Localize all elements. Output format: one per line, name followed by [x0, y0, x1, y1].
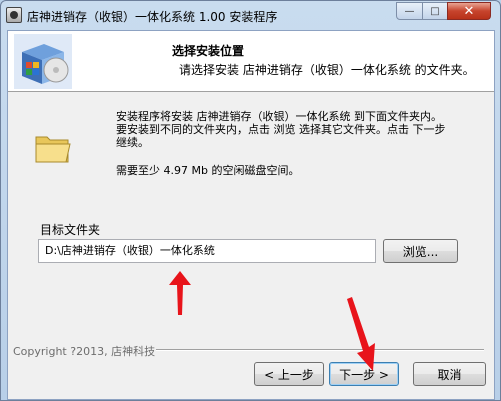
- maximize-button[interactable]: □: [422, 2, 448, 20]
- folder-icon: [35, 136, 71, 163]
- description-line: 继续。: [116, 136, 149, 149]
- copyright-text: Copyright ?2013, 店神科技: [13, 345, 156, 358]
- close-button[interactable]: ✕: [447, 2, 491, 20]
- browse-button[interactable]: 浏览...: [383, 239, 458, 263]
- next-button[interactable]: 下一步 >: [329, 362, 399, 386]
- description-line: 安装程序将安装 店神进销存（收银）一体化系统 到下面文件夹内。: [116, 110, 442, 123]
- destination-folder-label: 目标文件夹: [38, 221, 103, 238]
- destination-folder-group: 目标文件夹 D:\店神进销存（收银）一体化系统 浏览...: [28, 221, 478, 277]
- installer-window: 店神进销存（收银）一体化系统 1.00 安装程序 — □ ✕ 选择安装位置 请选…: [0, 0, 501, 401]
- page-subtitle: 请选择安装 店神进销存（收银）一体化系统 的文件夹。: [179, 63, 475, 77]
- description-line: 要安装到不同的文件夹内，点击 浏览 选择其它文件夹。点击 下一步: [116, 123, 446, 136]
- page-title: 选择安装位置: [172, 44, 245, 58]
- space-required-text: 需要至少 4.97 Mb 的空闲磁盘空间。: [116, 164, 300, 177]
- app-icon: [6, 7, 22, 23]
- installer-box-icon: [14, 34, 72, 89]
- window-title: 店神进销存（收银）一体化系统 1.00 安装程序: [27, 10, 278, 24]
- back-button[interactable]: < 上一步: [254, 362, 324, 386]
- dialog-client: 选择安装位置 请选择安装 店神进销存（收银）一体化系统 的文件夹。 安装程序将安…: [7, 30, 495, 400]
- cancel-button[interactable]: 取消: [413, 362, 486, 386]
- title-bar[interactable]: 店神进销存（收银）一体化系统 1.00 安装程序 — □ ✕: [1, 1, 500, 30]
- minimize-button[interactable]: —: [396, 2, 423, 20]
- wizard-header: 选择安装位置 请选择安装 店神进销存（收银）一体化系统 的文件夹。: [8, 31, 494, 92]
- footer-divider: [156, 349, 484, 351]
- destination-path-input[interactable]: D:\店神进销存（收银）一体化系统: [38, 239, 376, 263]
- install-description: 安装程序将安装 店神进销存（收银）一体化系统 到下面文件夹内。 要安装到不同的文…: [116, 110, 486, 149]
